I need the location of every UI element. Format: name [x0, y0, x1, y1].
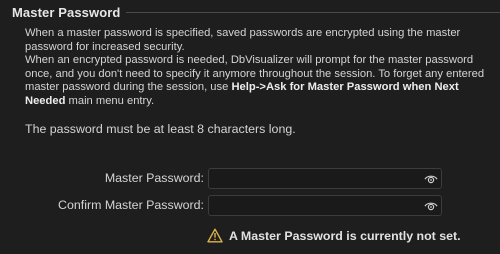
description-paragraph-1: When a master password is specified, sav…: [25, 27, 461, 53]
status-message: A Master Password is currently not set.: [207, 228, 461, 243]
master-password-field[interactable]: [208, 168, 442, 189]
description-suffix: main menu entry.: [65, 94, 155, 107]
section-title: Master Password: [12, 4, 121, 20]
master-password-input[interactable]: [213, 170, 413, 187]
eye-icon[interactable]: [424, 172, 438, 185]
description: When a master password is specified, sav…: [25, 27, 493, 109]
warning-icon: [207, 228, 223, 243]
description-paragraph-2: When an encrypted password is needed, Db…: [25, 54, 493, 108]
master-password-label: Master Password:: [104, 171, 204, 185]
status-text: A Master Password is currently not set.: [229, 228, 461, 243]
section-header: Master Password: [12, 4, 500, 20]
confirm-password-input[interactable]: [213, 197, 413, 214]
password-requirement: The password must be at least 8 characte…: [25, 122, 296, 136]
confirm-password-field[interactable]: [208, 195, 442, 216]
master-password-panel: Master Password When a master password i…: [0, 0, 500, 254]
confirm-password-label: Confirm Master Password:: [58, 198, 204, 212]
section-divider: [126, 12, 500, 13]
eye-icon[interactable]: [424, 199, 438, 212]
